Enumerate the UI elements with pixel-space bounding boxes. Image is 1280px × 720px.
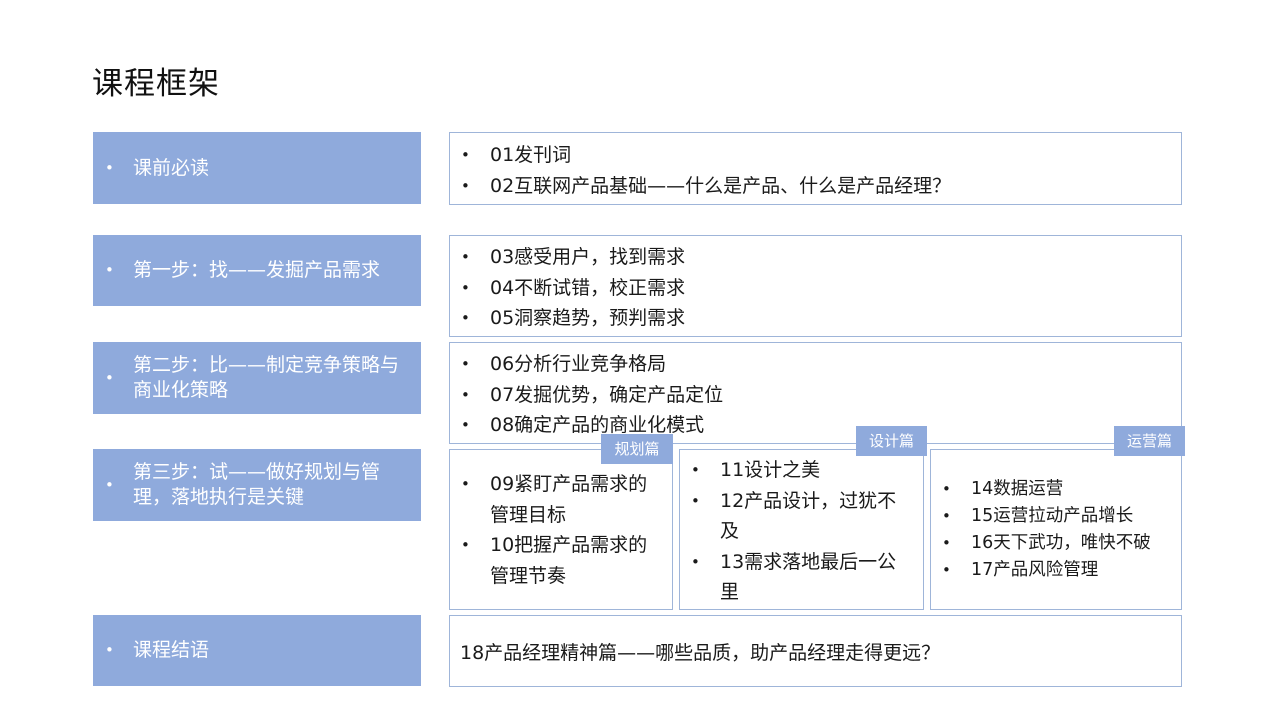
bullet-icon: • <box>105 368 114 387</box>
tag-design: 设计篇 <box>856 426 927 456</box>
list-item: 04不断试错，校正需求 <box>450 273 1181 304</box>
detail-step2: 06分析行业竞争格局 07发掘优势，确定产品定位 08确定产品的商业化模式 <box>449 342 1182 444</box>
list-item: 06分析行业竞争格局 <box>450 349 1181 380</box>
list-item: 10把握产品需求的管理节奏 <box>450 530 664 591</box>
list-item: 11设计之美 <box>680 455 915 486</box>
list-item: 07发掘优势，确定产品定位 <box>450 380 1181 411</box>
section-label: 课前必读 <box>133 156 210 179</box>
tag-operation: 运营篇 <box>1114 426 1185 456</box>
detail-step3-design: 11设计之美 12产品设计，过犹不及 13需求落地最后一公里 <box>679 449 924 610</box>
section-step1: • 第一步：找——发掘产品需求 <box>93 235 421 306</box>
list-item: 02互联网产品基础——什么是产品、什么是产品经理？ <box>450 171 1181 202</box>
bullet-icon: • <box>105 475 114 494</box>
bullet-icon: • <box>105 641 114 659</box>
detail-prep: 01发刊词 02互联网产品基础——什么是产品、什么是产品经理？ <box>449 132 1182 205</box>
section-label: 课程结语 <box>133 639 210 661</box>
closing-text: 18产品经理精神篇——哪些品质，助产品经理走得更远？ <box>460 641 941 664</box>
section-closing: • 课程结语 <box>93 615 421 686</box>
page-title: 课程框架 <box>92 66 220 102</box>
list-item: 13需求落地最后一公里 <box>680 547 915 608</box>
list-item: 16天下武功，唯快不破 <box>931 530 1181 557</box>
list-item: 14数据运营 <box>931 476 1181 503</box>
tag-planning: 规划篇 <box>601 434 673 464</box>
section-label: 第一步：找——发掘产品需求 <box>133 259 381 281</box>
list-item: 09紧盯产品需求的管理目标 <box>450 469 664 530</box>
section-label: 第三步：试——做好规划与管理，落地执行是关键 <box>133 461 381 508</box>
section-label: 第二步：比——制定竞争策略与商业化策略 <box>133 354 400 401</box>
list-item: 03感受用户，找到需求 <box>450 242 1181 273</box>
list-item: 08确定产品的商业化模式 <box>450 410 1181 441</box>
detail-step3-planning: 09紧盯产品需求的管理目标 10把握产品需求的管理节奏 <box>449 449 673 610</box>
section-step3: • 第三步：试——做好规划与管理，落地执行是关键 <box>93 449 421 521</box>
detail-closing: 18产品经理精神篇——哪些品质，助产品经理走得更远？ <box>449 615 1182 687</box>
section-step2: • 第二步：比——制定竞争策略与商业化策略 <box>93 342 421 414</box>
list-item: 01发刊词 <box>450 140 1181 171</box>
bullet-icon: • <box>105 261 114 279</box>
list-item: 15运营拉动产品增长 <box>931 503 1181 530</box>
detail-step1: 03感受用户，找到需求 04不断试错，校正需求 05洞察趋势，预判需求 <box>449 235 1182 337</box>
list-item: 05洞察趋势，预判需求 <box>450 303 1181 334</box>
bullet-icon: • <box>105 158 114 177</box>
section-prep: • 课前必读 <box>93 132 421 204</box>
list-item: 17产品风险管理 <box>931 557 1181 584</box>
list-item: 12产品设计，过犹不及 <box>680 486 915 547</box>
detail-step3-operation: 14数据运营 15运营拉动产品增长 16天下武功，唯快不破 17产品风险管理 <box>930 449 1182 610</box>
